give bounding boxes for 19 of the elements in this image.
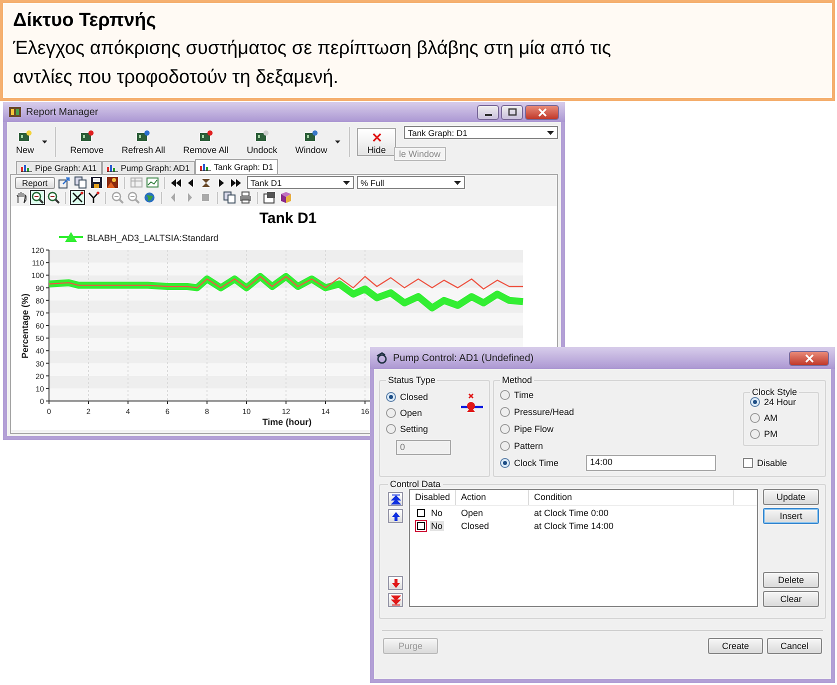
x-axis-label: Time (hour): [262, 417, 312, 427]
group-label: Clock Style: [751, 387, 798, 397]
tooltip: le Window: [394, 147, 446, 161]
table-cell-text: at Clock Time 14:00: [533, 520, 615, 530]
group-label: Control Data: [389, 479, 442, 489]
table-cell-text: Closed: [460, 520, 490, 530]
window-title: Pump Control: AD1 (Undefined): [393, 352, 534, 364]
slide-text: Έλεγχος απόκρισης συστήματος σε περίπτωση βλάβης στη μία από τις αντλίες που τροφοδοτούν τη δεξαμενή.: [13, 37, 612, 90]
table-cell-text: Open: [460, 508, 484, 518]
group-label: Method: [501, 375, 534, 385]
y-axis-label: Percentage (%): [20, 293, 30, 359]
window-title: Report Manager: [26, 106, 98, 118]
slide-title: Δίκτυο Τερπνής: [13, 9, 157, 33]
chart-title: Tank D1: [259, 210, 317, 227]
table-cell: No: [430, 520, 444, 530]
table-cell-text: at Clock Time 0:00: [533, 508, 610, 518]
table-cell: No: [430, 508, 444, 518]
legend-label: BLABH_AD3_LALTSIA:Standard: [87, 233, 218, 243]
group-label: Status Type: [387, 375, 436, 385]
